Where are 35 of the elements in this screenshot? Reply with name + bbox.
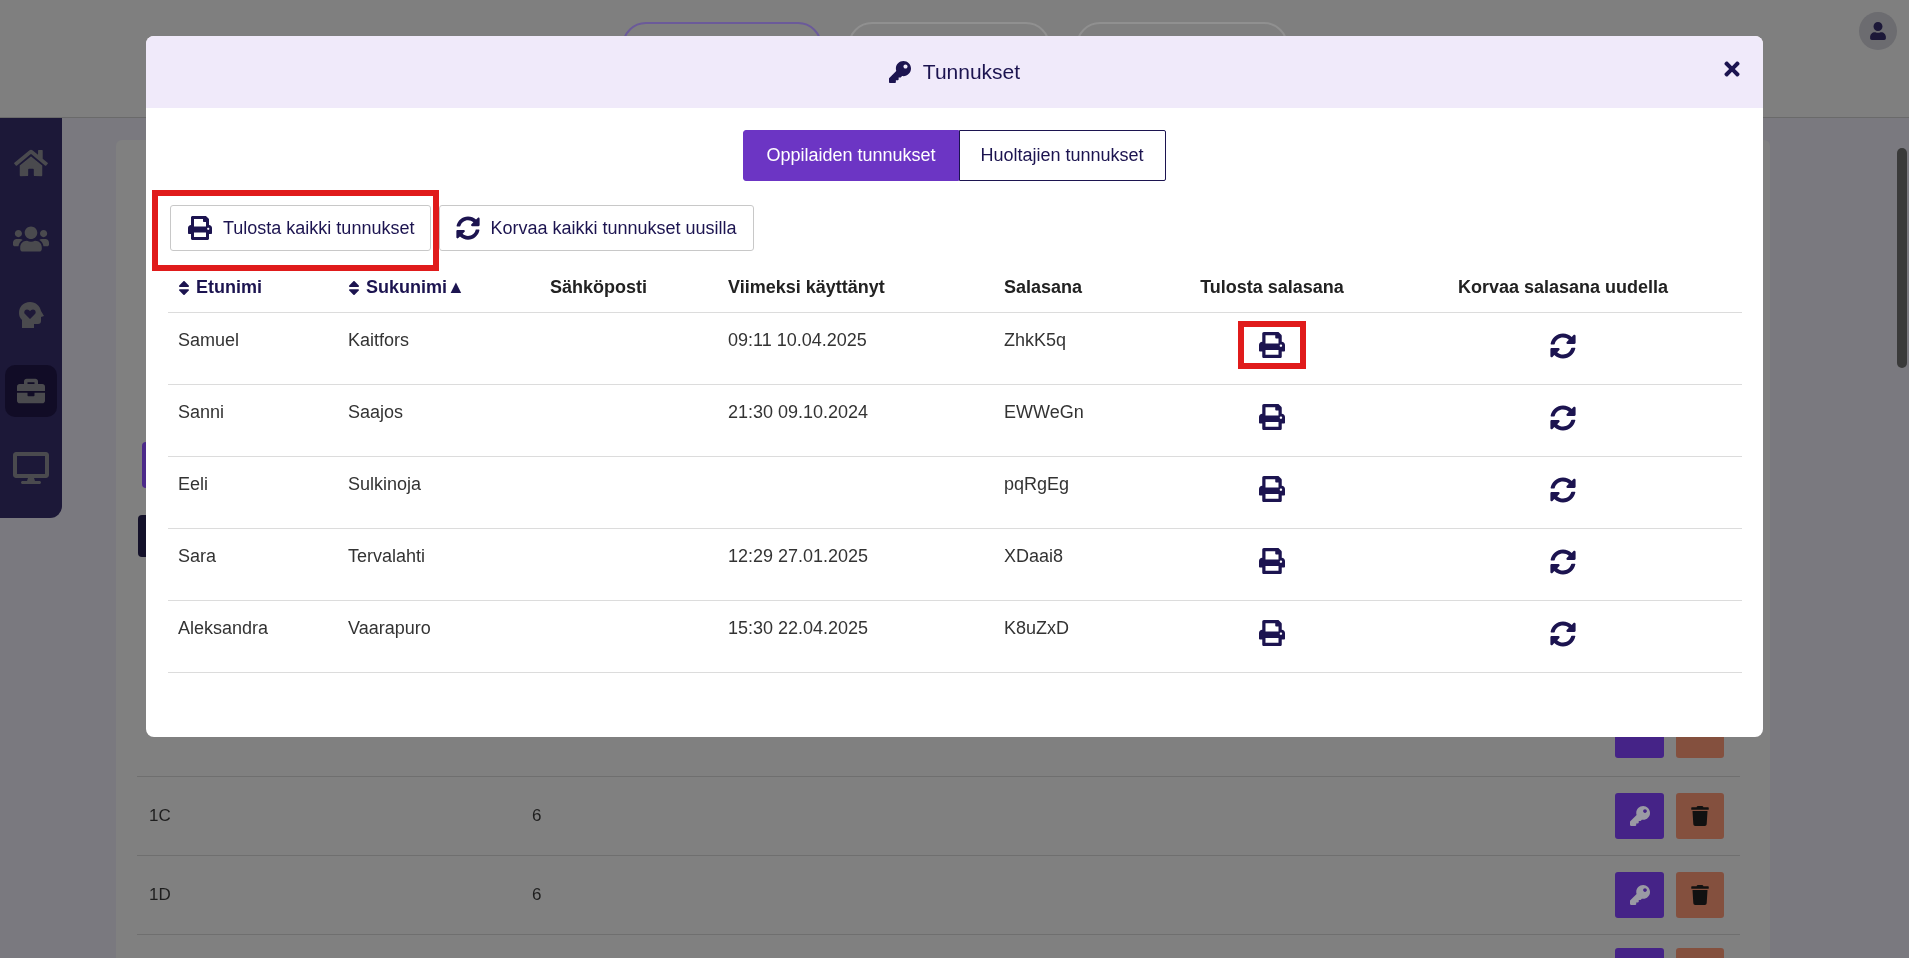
table-cell: 12:29 27.01.2025 [728,546,869,566]
table-cell: pqRgEg [1004,474,1070,494]
table-cell: Saajos [348,402,404,422]
replace-all-button[interactable]: Korvaa kaikki tunnukset uusilla [439,205,754,251]
student-count: 6 [532,805,543,828]
column-header: Viimeksi käyttänyt [728,276,885,299]
table-cell: Aleksandra [178,618,269,638]
tab[interactable]: Huoltajien tunnukset [958,130,1166,181]
table-cell: 21:30 09.10.2024 [728,402,869,422]
table-cell: Tervalahti [348,546,426,566]
print-all-button[interactable]: Tulosta kaikki tunnukset [170,205,432,251]
column-header[interactable]: Etunimi [196,274,262,301]
dialog-title: Tunnukset [922,59,1021,86]
table-cell: 15:30 22.04.2025 [728,618,869,638]
tab[interactable]: Oppilaiden tunnukset [743,130,959,181]
table-cell: Sara [178,546,217,566]
table-cell: ZhkK5q [1004,330,1067,350]
table-cell: Sulkinoja [348,474,422,494]
column-header[interactable]: Sukunimi▲ [366,274,465,301]
column-header: Tulosta salasana [1200,276,1344,299]
table-cell: Samuel [178,330,240,350]
class-name: 1C [148,805,172,828]
column-header: Korvaa salasana uudella [1457,276,1669,299]
table-cell: Eeli [178,474,208,494]
table-cell: Kaitfors [348,330,410,350]
table-cell: Sanni [178,402,225,422]
class-name: 1D [148,884,172,907]
column-header: Salasana [1004,276,1083,299]
table-cell: Vaarapuro [348,618,431,638]
table-cell: 09:11 10.04.2025 [728,330,867,350]
table-cell: EWWeGn [1004,402,1084,422]
column-header: Sähköposti [550,276,647,299]
table-cell: XDaai8 [1004,546,1064,566]
table-cell: K8uZxD [1004,618,1070,638]
student-count: 6 [532,884,543,907]
